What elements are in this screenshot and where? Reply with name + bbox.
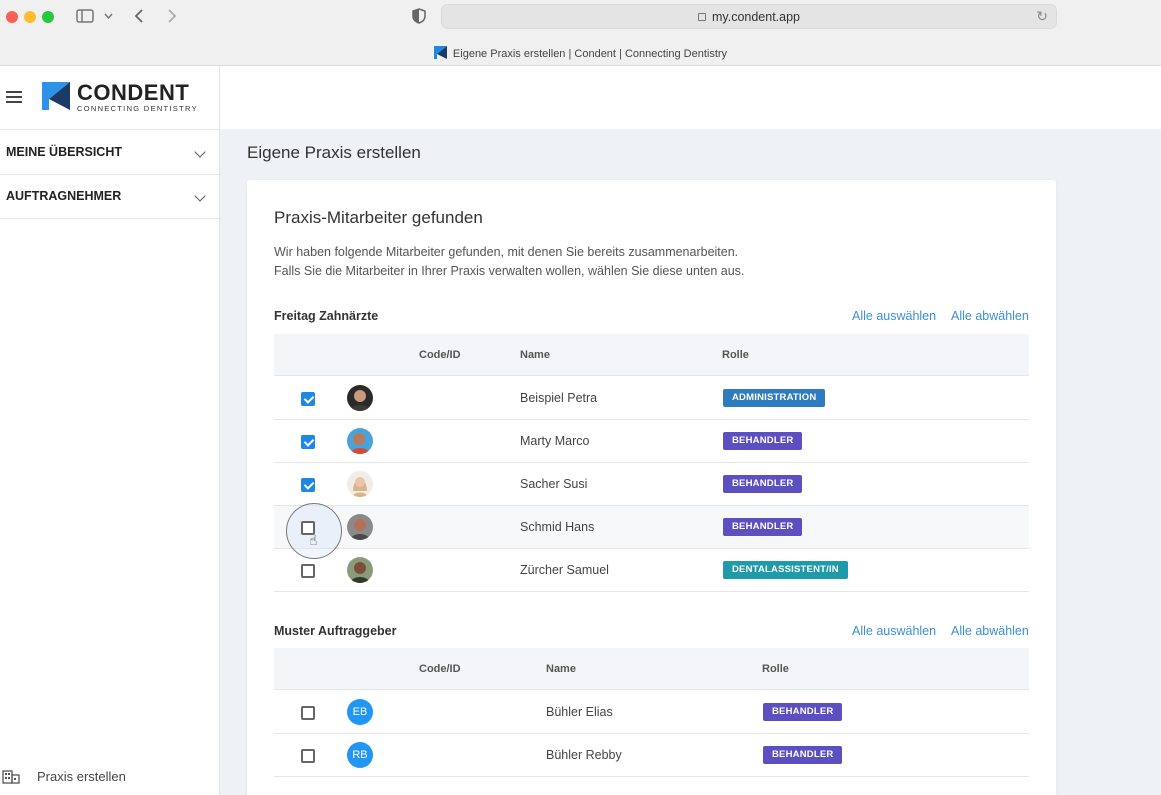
role-badge: BEHANDLER	[723, 518, 803, 536]
table-row: RB Bühler Rebby BEHANDLER	[274, 734, 1029, 777]
employee-name: Bühler Rebby	[546, 748, 622, 762]
hand-cursor-icon: ☝	[309, 532, 318, 548]
row-checkbox[interactable]	[301, 564, 315, 578]
row-checkbox[interactable]	[301, 435, 315, 449]
address-bar[interactable]: my.condent.app ↻	[441, 4, 1057, 29]
card-description: Wir haben folgende Mitarbeiter gefunden,…	[274, 243, 744, 281]
table-row: Beispiel Petra ADMINISTRATION	[274, 377, 1029, 420]
employee-name: Marty Marco	[520, 434, 590, 448]
role-badge: BEHANDLER	[723, 432, 803, 450]
divider	[0, 129, 219, 130]
role-badge: ADMINISTRATION	[723, 389, 826, 407]
column-header-code: Code/ID	[419, 349, 461, 361]
description-line: Wir haben folgende Mitarbeiter gefunden,…	[274, 245, 739, 259]
column-header-name: Name	[520, 349, 550, 361]
column-header-role: Rolle	[762, 663, 789, 675]
row-checkbox[interactable]	[301, 749, 315, 763]
menu-icon[interactable]	[6, 91, 22, 103]
employee-name: Zürcher Samuel	[520, 563, 609, 577]
sidebar-toggle-icon[interactable]	[76, 9, 94, 23]
table-header: Code/ID Name Rolle	[274, 648, 1029, 690]
sidebar-item-label: MEINE ÜBERSICHT	[6, 145, 122, 159]
brand-tagline: CONNECTING DENTISTRY	[77, 104, 198, 113]
chevron-down-icon	[194, 190, 206, 202]
avatar	[347, 428, 373, 454]
column-header-role: Rolle	[722, 349, 749, 361]
avatar: RB	[347, 742, 373, 768]
maximize-window-button[interactable]	[42, 11, 54, 23]
role-badge: DENTALASSISTENT/IN	[723, 561, 848, 579]
select-all-link[interactable]: Alle auswählen	[852, 624, 936, 638]
role-badge: BEHANDLER	[723, 475, 803, 493]
back-icon[interactable]	[134, 8, 144, 24]
table-row: ☝ Schmid Hans BEHANDLER	[274, 503, 1029, 559]
avatar	[347, 385, 373, 411]
avatar: EB	[347, 699, 373, 725]
condent-logo-icon	[42, 82, 70, 110]
deselect-all-link[interactable]: Alle abwählen	[951, 309, 1029, 323]
minimize-window-button[interactable]	[24, 11, 36, 23]
browser-tab[interactable]: Eigene Praxis erstellen | Condent | Conn…	[0, 46, 1161, 60]
brand-name: CONDENT	[77, 80, 190, 105]
deselect-all-link[interactable]: Alle abwählen	[951, 624, 1029, 638]
row-checkbox[interactable]	[301, 706, 315, 720]
chevron-down-icon	[194, 146, 206, 158]
employees-card: Praxis-Mitarbeiter gefunden Wir haben fo…	[247, 180, 1056, 795]
role-badge: BEHANDLER	[763, 703, 843, 721]
column-header-name: Name	[546, 663, 576, 675]
browser-chrome: my.condent.app ↻ Eigene Praxis erstellen…	[0, 0, 1161, 66]
forward-icon[interactable]	[167, 8, 177, 24]
employee-name: Bühler Elias	[546, 705, 613, 719]
employee-name: Sacher Susi	[520, 477, 588, 491]
row-checkbox[interactable]	[301, 478, 315, 492]
reload-icon[interactable]: ↻	[1036, 8, 1048, 25]
row-checkbox[interactable]	[301, 392, 315, 406]
group-title: Freitag Zahnärzte	[274, 309, 379, 323]
employee-name: Schmid Hans	[520, 520, 595, 534]
url-text: my.condent.app	[711, 10, 801, 24]
divider	[0, 174, 219, 175]
description-line: Falls Sie die Mitarbeiter in Ihrer Praxi…	[274, 264, 745, 278]
avatar	[347, 557, 373, 583]
group-title: Muster Auftraggeber	[274, 624, 397, 638]
avatar	[347, 471, 373, 497]
tab-title: Eigene Praxis erstellen | Condent | Conn…	[452, 48, 728, 60]
table-row: Marty Marco BEHANDLER	[274, 420, 1029, 463]
building-icon	[2, 770, 20, 784]
column-header-code: Code/ID	[419, 663, 461, 675]
clients-table: Code/ID Name Rolle EB Bühler Elias BEHAN…	[274, 648, 1029, 778]
sidebar-item-meine-uebersicht[interactable]: MEINE ÜBERSICHT	[6, 145, 212, 165]
table-row: Sacher Susi BEHANDLER	[274, 463, 1029, 506]
role-badge: BEHANDLER	[763, 746, 843, 764]
top-header	[220, 66, 1161, 129]
page-title: Eigene Praxis erstellen	[247, 143, 421, 162]
employees-table: Code/ID Name Rolle Beispiel Petra ADMINI…	[274, 334, 1029, 594]
card-title: Praxis-Mitarbeiter gefunden	[274, 208, 483, 227]
sidebar-item-label: Praxis erstellen	[37, 769, 126, 784]
table-row: EB Bühler Elias BEHANDLER	[274, 691, 1029, 734]
sidebar-item-auftragnehmer[interactable]: AUFTRAGNEHMER	[6, 189, 212, 209]
table-row: Zürcher Samuel DENTALASSISTENT/IN	[274, 549, 1029, 592]
table-header: Code/ID Name Rolle	[274, 334, 1029, 376]
lock-icon	[697, 13, 706, 21]
shield-icon[interactable]	[412, 8, 426, 24]
sidebar-item-label: AUFTRAGNEHMER	[6, 189, 122, 203]
select-all-link[interactable]: Alle auswählen	[852, 309, 936, 323]
avatar	[347, 514, 373, 540]
chevron-down-icon[interactable]	[104, 13, 113, 19]
employee-name: Beispiel Petra	[520, 391, 598, 405]
divider	[0, 218, 219, 219]
sidebar: CONDENT CONNECTING DENTISTRY MEINE ÜBERS…	[0, 66, 220, 795]
close-window-button[interactable]	[6, 11, 18, 23]
condent-tab-logo-icon	[433, 46, 447, 59]
